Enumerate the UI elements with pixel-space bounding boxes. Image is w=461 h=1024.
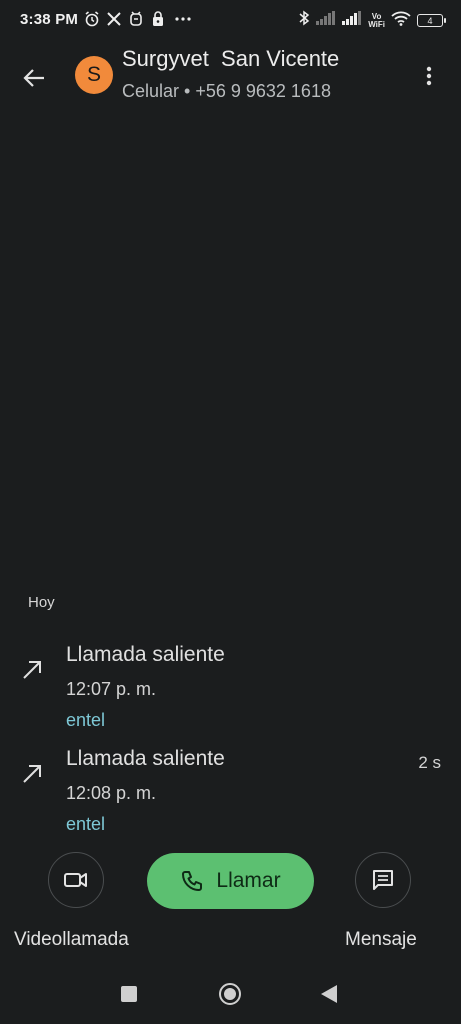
call-type: Llamada saliente (66, 747, 225, 770)
bluetooth-icon (298, 10, 310, 31)
call-duration: 2 s (418, 753, 441, 772)
avatar[interactable]: S (75, 56, 113, 94)
more-vert-icon (426, 66, 432, 86)
call-entry[interactable]: Llamada saliente 12:08 p. m. entel 2 s (0, 747, 461, 847)
nav-back-button[interactable] (321, 985, 337, 1003)
call-time: 12:07 p. m. (66, 679, 157, 699)
home-button[interactable] (219, 983, 241, 1005)
message-icon (373, 870, 393, 890)
contact-phone: Celular • +56 9 9632 1618 (122, 81, 331, 101)
history-date-label: Hoy (28, 594, 55, 611)
video-call-label: Videollamada (14, 929, 129, 950)
recents-button[interactable] (121, 986, 137, 1002)
call-carrier: entel (66, 710, 106, 730)
outgoing-call-icon (20, 657, 44, 681)
signal-icon (342, 11, 362, 30)
battery-icon: 4 (417, 14, 446, 27)
lock-icon (150, 10, 166, 28)
alarm-icon (84, 10, 100, 28)
video-call-button[interactable] (48, 852, 104, 908)
mi-fitness-icon (128, 10, 144, 28)
contact-header: S Surgyvet San Vicente Celular • +56 9 9… (0, 40, 461, 116)
status-time: 3:38 PM (20, 11, 79, 28)
videocam-icon (64, 873, 87, 887)
vowifi-icon: Vo WiFi (368, 12, 385, 29)
call-button[interactable]: Llamar (147, 853, 314, 909)
home-dot-icon (224, 988, 236, 1000)
status-notification-icons (84, 10, 194, 28)
back-button[interactable] (14, 58, 54, 98)
call-type: Llamada saliente (66, 643, 225, 666)
back-arrow-icon (23, 69, 44, 87)
call-carrier: entel (66, 814, 106, 834)
signal-icon (316, 11, 336, 30)
call-button-label: Llamar (216, 869, 281, 892)
message-button[interactable] (355, 852, 411, 908)
call-details-screen: 3:38 PM Vo WiFi 4 S Surgyvet San Vicente… (0, 0, 461, 1024)
more-dots-icon (172, 10, 194, 28)
status-system-icons: Vo WiFi 4 (298, 10, 446, 31)
call-entry[interactable]: Llamada saliente 12:07 p. m. entel (0, 643, 461, 743)
status-bar: 3:38 PM Vo WiFi 4 (0, 0, 461, 40)
system-nav-bar (0, 960, 461, 1024)
wifi-icon (391, 11, 411, 31)
contact-name: Surgyvet San Vicente (122, 46, 340, 71)
phone-icon (182, 871, 203, 891)
vowifi-line2: WiFi (368, 19, 385, 29)
message-label: Mensaje (345, 929, 417, 950)
x-icon (106, 10, 122, 28)
more-options-button[interactable] (411, 58, 447, 94)
outgoing-call-icon (20, 761, 44, 785)
call-time: 12:08 p. m. (66, 783, 157, 803)
